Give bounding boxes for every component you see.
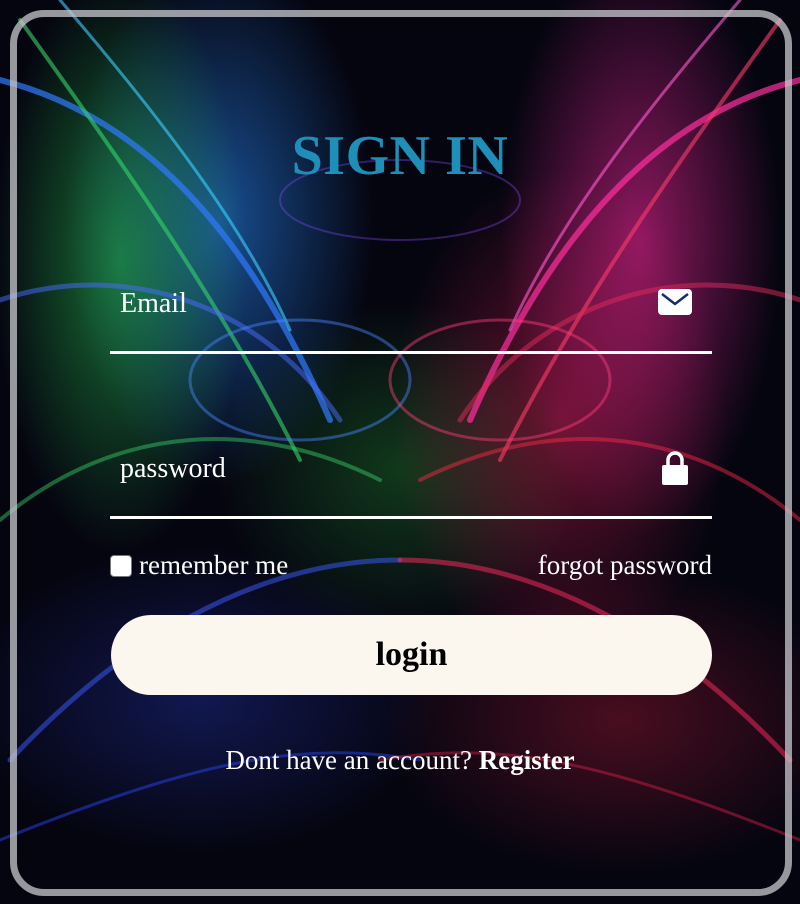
password-input[interactable] <box>120 449 640 489</box>
remember-me-control[interactable]: remember me <box>110 550 288 581</box>
mail-icon <box>658 289 692 315</box>
register-prompt-text: Dont have an account? <box>225 745 472 775</box>
email-input[interactable] <box>120 284 640 324</box>
register-prompt: Dont have an account? Register <box>0 745 800 776</box>
login-screen: SIGN IN remember me forgot password logi… <box>0 0 800 904</box>
password-field-group <box>110 449 712 519</box>
login-button[interactable]: login <box>111 615 712 695</box>
register-link[interactable]: Register <box>479 745 575 775</box>
options-row: remember me forgot password <box>110 550 712 584</box>
remember-me-checkbox[interactable] <box>110 554 132 577</box>
email-field-group <box>110 284 712 354</box>
remember-me-label: remember me <box>139 550 289 580</box>
forgot-password-link[interactable]: forgot password <box>538 550 712 581</box>
lock-icon <box>662 451 688 485</box>
page-title: SIGN IN <box>291 125 509 187</box>
